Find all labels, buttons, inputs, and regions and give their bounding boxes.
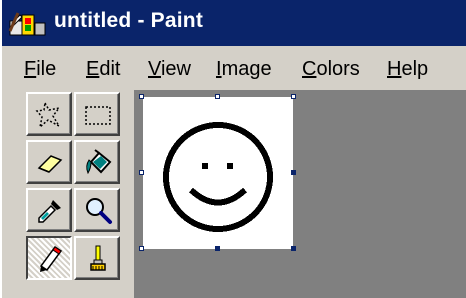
pencil-icon (39, 245, 63, 272)
tool-magnifier[interactable] (74, 188, 120, 232)
brush-icon (90, 245, 106, 271)
tool-brush[interactable] (74, 236, 120, 280)
eyedropper-icon (38, 200, 61, 223)
smiley-face-drawing (163, 122, 273, 232)
window-title: untitled - Paint (54, 9, 204, 32)
toolbox (2, 90, 136, 298)
resize-handle-top (215, 94, 220, 99)
eraser-icon (37, 155, 63, 173)
resize-handle-bottom-left (139, 246, 144, 251)
magnifier-icon (86, 198, 112, 224)
tool-pick-color[interactable] (26, 188, 72, 232)
resize-handle-right[interactable] (291, 170, 296, 175)
menu-view[interactable]: View (148, 58, 191, 81)
drawing-canvas[interactable] (143, 97, 293, 249)
paint-icon (8, 12, 46, 36)
tool-fill[interactable] (74, 140, 120, 184)
tool-eraser[interactable] (26, 140, 72, 184)
menu-bar: File Edit View Image Colors Help (2, 48, 466, 90)
resize-handle-bottom-right[interactable] (291, 246, 296, 251)
menu-colors[interactable]: Colors (302, 58, 360, 81)
title-bar[interactable]: untitled - Paint (2, 0, 466, 46)
tool-free-form-select[interactable] (26, 92, 72, 136)
free-form-select-icon (35, 100, 62, 130)
resize-handle-bottom[interactable] (215, 246, 220, 251)
menu-help[interactable]: Help (387, 58, 428, 81)
menu-image[interactable]: Image (216, 58, 272, 81)
resize-handle-top-left (139, 94, 144, 99)
rectangle-select-icon (85, 106, 111, 125)
resize-handle-left (139, 170, 144, 175)
fill-bucket-icon (86, 149, 112, 175)
paint-window: untitled - Paint File Edit View Image Co… (0, 0, 466, 298)
tool-pencil[interactable] (26, 236, 72, 280)
menu-file[interactable]: File (24, 58, 56, 81)
resize-handle-top-right (291, 94, 296, 99)
menu-edit[interactable]: Edit (86, 58, 120, 81)
tool-select[interactable] (74, 92, 120, 136)
